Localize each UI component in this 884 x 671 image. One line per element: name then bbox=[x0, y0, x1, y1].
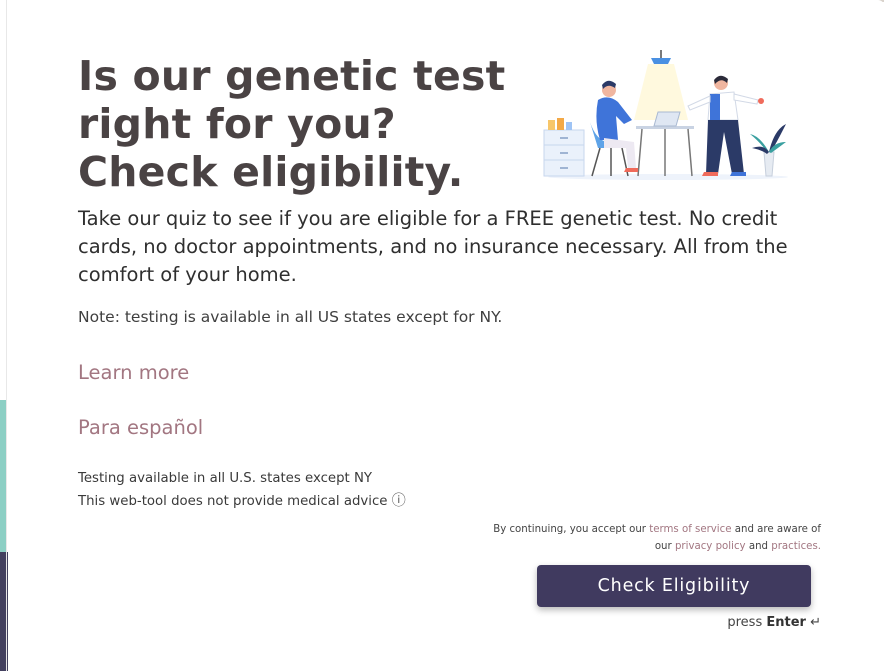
enter-return-icon: ↵ bbox=[810, 615, 821, 630]
privacy-policy-link[interactable]: privacy policy bbox=[675, 541, 746, 552]
card-edge bbox=[6, 0, 7, 671]
terms-of-service-link[interactable]: terms of service bbox=[649, 524, 731, 535]
enter-key-label: Enter bbox=[766, 615, 806, 630]
consent-and: and bbox=[748, 541, 768, 552]
consent-prefix: By continuing, you accept our bbox=[493, 524, 646, 535]
footnote-disclaimer-row: This web-tool does not provide medical a… bbox=[78, 490, 498, 513]
learn-more-link[interactable]: Learn more bbox=[78, 360, 189, 386]
check-eligibility-button[interactable]: Check Eligibility bbox=[537, 565, 811, 607]
press-label: press bbox=[727, 615, 763, 630]
footnote-disclaimer: This web-tool does not provide medical a… bbox=[78, 494, 388, 509]
office-consultation-illustration bbox=[543, 50, 788, 180]
availability-note: Note: testing is available in all US sta… bbox=[78, 308, 503, 326]
footnote-availability: Testing available in all U.S. states exc… bbox=[78, 471, 373, 486]
info-circle-icon[interactable]: ⓘ bbox=[392, 490, 406, 513]
consent-text: By continuing, you accept our terms of s… bbox=[481, 521, 821, 555]
page-title: Is our genetic test right for you? Check… bbox=[78, 52, 506, 196]
spanish-link[interactable]: Para español bbox=[78, 415, 203, 441]
footnote: Testing available in all U.S. states exc… bbox=[78, 467, 498, 513]
intro-text: Take our quiz to see if you are eligible… bbox=[78, 207, 788, 286]
press-enter-hint: press Enter ↵ bbox=[727, 615, 821, 630]
practices-link[interactable]: practices. bbox=[771, 541, 821, 552]
